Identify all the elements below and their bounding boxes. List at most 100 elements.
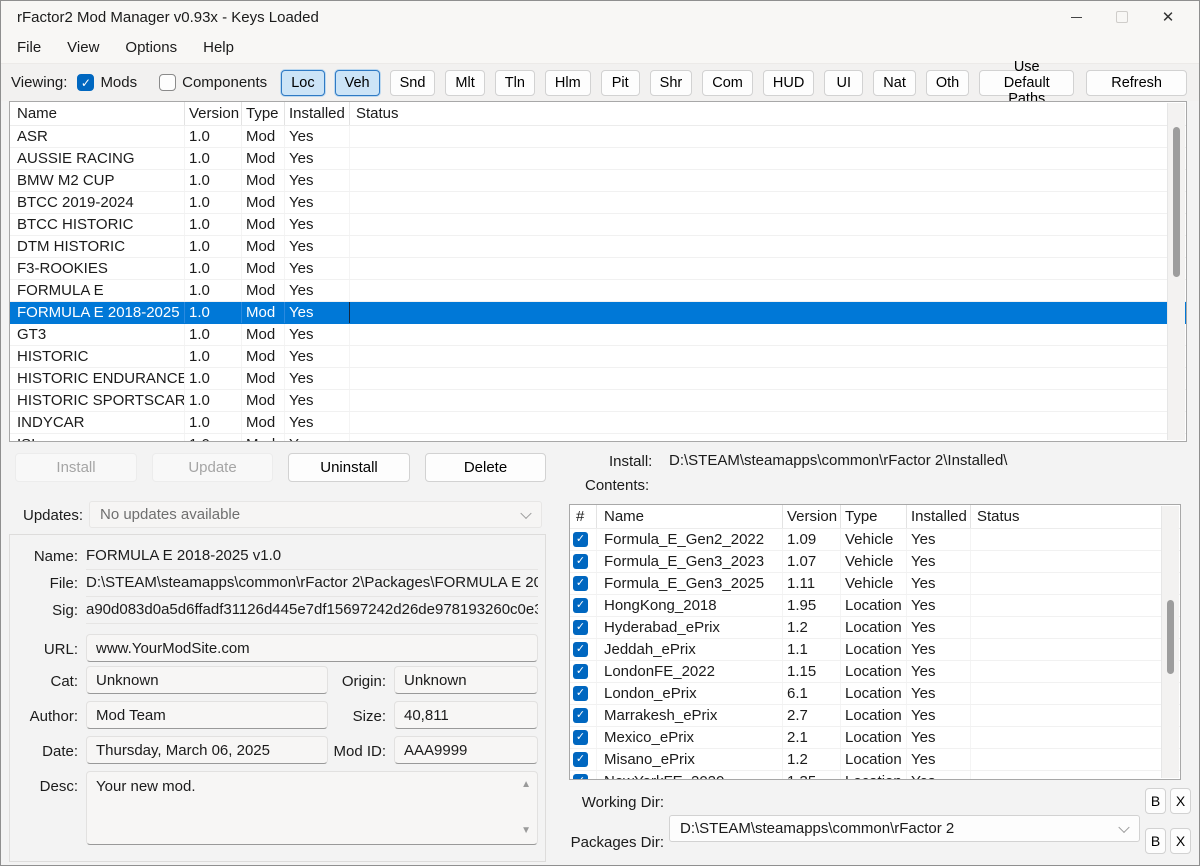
list-item[interactable]: London_ePrix6.1LocationYes	[570, 683, 1180, 705]
table-row[interactable]: BMW M2 CUP 1.0 Mod Yes	[10, 170, 1186, 192]
list-item[interactable]: Formula_E_Gen3_20231.07VehicleYes	[570, 551, 1180, 573]
row-checkbox-checked[interactable]	[573, 642, 588, 657]
detail-sig-value[interactable]: a90d083d0a5d6ffadf31126d445e7df15697242d…	[86, 601, 538, 624]
row-checkbox-checked[interactable]	[573, 774, 588, 779]
row-checkbox-checked[interactable]	[573, 686, 588, 701]
cell-name: HISTORIC SPORTSCAR	[10, 390, 185, 411]
cell-version: 1.0	[185, 126, 242, 147]
table-row[interactable]: DTM HISTORIC 1.0 Mod Yes	[10, 236, 1186, 258]
table-row[interactable]: HISTORIC 1.0 Mod Yes	[10, 346, 1186, 368]
list-item[interactable]: Hyderabad_ePrix1.2LocationYes	[570, 617, 1180, 639]
updates-dropdown[interactable]: No updates available	[89, 501, 542, 528]
contents-column-header-type[interactable]: Type	[841, 505, 907, 528]
detail-origin-field[interactable]: Unknown	[394, 666, 538, 694]
refresh-button[interactable]: Refresh	[1086, 69, 1187, 96]
column-header-type[interactable]: Type	[242, 102, 285, 125]
detail-url-field[interactable]: www.YourModSite.com	[86, 634, 538, 662]
list-item[interactable]: NewYorkFE_20201.35LocationYes	[570, 771, 1180, 779]
menu-item-help[interactable]: Help	[190, 33, 247, 63]
row-checkbox-checked[interactable]	[573, 598, 588, 613]
detail-file-value[interactable]: D:\STEAM\steamapps\common\rFactor 2\Pack…	[86, 574, 538, 597]
minimize-button[interactable]	[1053, 1, 1099, 33]
contents-column-header-status[interactable]: Status	[971, 505, 1180, 528]
row-checkbox-checked[interactable]	[573, 554, 588, 569]
filter-button-tln[interactable]: Tln	[494, 69, 535, 96]
column-header-status[interactable]: Status	[350, 102, 1186, 125]
mod-list-scrollbar[interactable]	[1167, 103, 1185, 440]
list-item[interactable]: Jeddah_ePrix1.1LocationYes	[570, 639, 1180, 661]
list-item[interactable]: Mexico_ePrix2.1LocationYes	[570, 727, 1180, 749]
detail-desc-field[interactable]: Your new mod. ▲ ▼	[86, 771, 538, 845]
detail-size-field[interactable]: 40,811	[394, 701, 538, 729]
table-row[interactable]: FORMULA E 2018-2025 1.0 Mod Yes	[10, 302, 1186, 324]
contents-list-scroll-thumb[interactable]	[1167, 600, 1174, 674]
filter-button-loc[interactable]: Loc	[281, 69, 325, 96]
filter-button-nat[interactable]: Nat	[873, 69, 916, 96]
working-dir-browse-button[interactable]: B	[1145, 788, 1166, 814]
uninstall-button[interactable]: Uninstall	[288, 453, 410, 482]
components-checkbox-label[interactable]: Components	[182, 74, 267, 91]
list-item[interactable]: Formula_E_Gen3_20251.11VehicleYes	[570, 573, 1180, 595]
table-row[interactable]: INDYCAR 1.0 Mod Yes	[10, 412, 1186, 434]
table-row[interactable]: GT3 1.0 Mod Yes	[10, 324, 1186, 346]
filter-button-hud[interactable]: HUD	[762, 69, 815, 96]
table-row[interactable]: F3-ROOKIES 1.0 Mod Yes	[10, 258, 1186, 280]
list-item[interactable]: HongKong_20181.95LocationYes	[570, 595, 1180, 617]
menu-item-view[interactable]: View	[54, 33, 112, 63]
table-row[interactable]: HISTORIC ENDURANCE 1.0 Mod Yes	[10, 368, 1186, 390]
column-header-version[interactable]: Version	[185, 102, 242, 125]
menu-item-options[interactable]: Options	[112, 33, 190, 63]
filter-button-oth[interactable]: Oth	[925, 69, 970, 96]
table-row[interactable]: HISTORIC SPORTSCAR 1.0 Mod Yes	[10, 390, 1186, 412]
column-header-name[interactable]: Name	[10, 102, 185, 125]
contents-list-header: # Name Version Type Installed Status	[570, 505, 1180, 529]
working-dir-clear-button[interactable]: X	[1170, 788, 1191, 814]
filter-button-snd[interactable]: Snd	[389, 69, 436, 96]
scroll-up-icon[interactable]: ▲	[521, 780, 531, 790]
delete-button[interactable]: Delete	[425, 453, 546, 482]
packages-dir-browse-button[interactable]: B	[1145, 828, 1166, 854]
packages-dir-clear-button[interactable]: X	[1170, 828, 1191, 854]
list-item[interactable]: Misano_ePrix1.2LocationYes	[570, 749, 1180, 771]
filter-button-hlm[interactable]: Hlm	[544, 69, 591, 96]
contents-list-scrollbar[interactable]	[1161, 506, 1179, 778]
filter-button-ui[interactable]: UI	[824, 69, 864, 96]
use-default-paths-button[interactable]: Use Default Paths	[979, 59, 1075, 107]
row-checkbox-checked[interactable]	[573, 730, 588, 745]
mods-checkbox-label[interactable]: Mods	[100, 74, 137, 91]
list-item[interactable]: Marrakesh_ePrix2.7LocationYes	[570, 705, 1180, 727]
working-dir-dropdown[interactable]: D:\STEAM\steamapps\common\rFactor 2	[669, 815, 1140, 842]
row-checkbox-checked[interactable]	[573, 664, 588, 679]
list-item[interactable]: Formula_E_Gen2_20221.09VehicleYes	[570, 529, 1180, 551]
table-row[interactable]: ASR 1.0 Mod Yes	[10, 126, 1186, 148]
filter-button-pit[interactable]: Pit	[600, 69, 640, 96]
column-header-installed[interactable]: Installed	[285, 102, 350, 125]
list-item[interactable]: LondonFE_20221.15LocationYes	[570, 661, 1180, 683]
table-row[interactable]: BTCC HISTORIC 1.0 Mod Yes	[10, 214, 1186, 236]
mods-checkbox[interactable]	[77, 74, 95, 91]
contents-column-header-version[interactable]: Version	[783, 505, 841, 528]
contents-column-header-name[interactable]: Name	[597, 505, 783, 528]
table-row[interactable]: BTCC 2019-2024 1.0 Mod Yes	[10, 192, 1186, 214]
filter-button-veh[interactable]: Veh	[334, 69, 380, 96]
menu-item-file[interactable]: File	[4, 33, 54, 63]
filter-button-shr[interactable]: Shr	[649, 69, 693, 96]
table-row[interactable]: FORMULA E 1.0 Mod Yes	[10, 280, 1186, 302]
table-row[interactable]: ISI1.0ModYes	[10, 434, 1186, 441]
row-checkbox-checked[interactable]	[573, 708, 588, 723]
filter-button-com[interactable]: Com	[702, 69, 753, 96]
cell-num	[570, 529, 597, 550]
table-row[interactable]: AUSSIE RACING 1.0 Mod Yes	[10, 148, 1186, 170]
components-checkbox[interactable]	[159, 74, 177, 91]
close-button[interactable]: ✕	[1145, 1, 1191, 33]
row-checkbox-checked[interactable]	[573, 576, 588, 591]
row-checkbox-checked[interactable]	[573, 752, 588, 767]
row-checkbox-checked[interactable]	[573, 620, 588, 635]
filter-button-mlt[interactable]: Mlt	[445, 69, 485, 96]
mod-list-scroll-thumb[interactable]	[1173, 127, 1180, 277]
detail-modid-field[interactable]: AAA9999	[394, 736, 538, 764]
contents-column-header-num[interactable]: #	[570, 505, 597, 528]
contents-column-header-installed[interactable]: Installed	[907, 505, 971, 528]
detail-name-value[interactable]: FORMULA E 2018-2025 v1.0	[86, 547, 538, 570]
row-checkbox-checked[interactable]	[573, 532, 588, 547]
